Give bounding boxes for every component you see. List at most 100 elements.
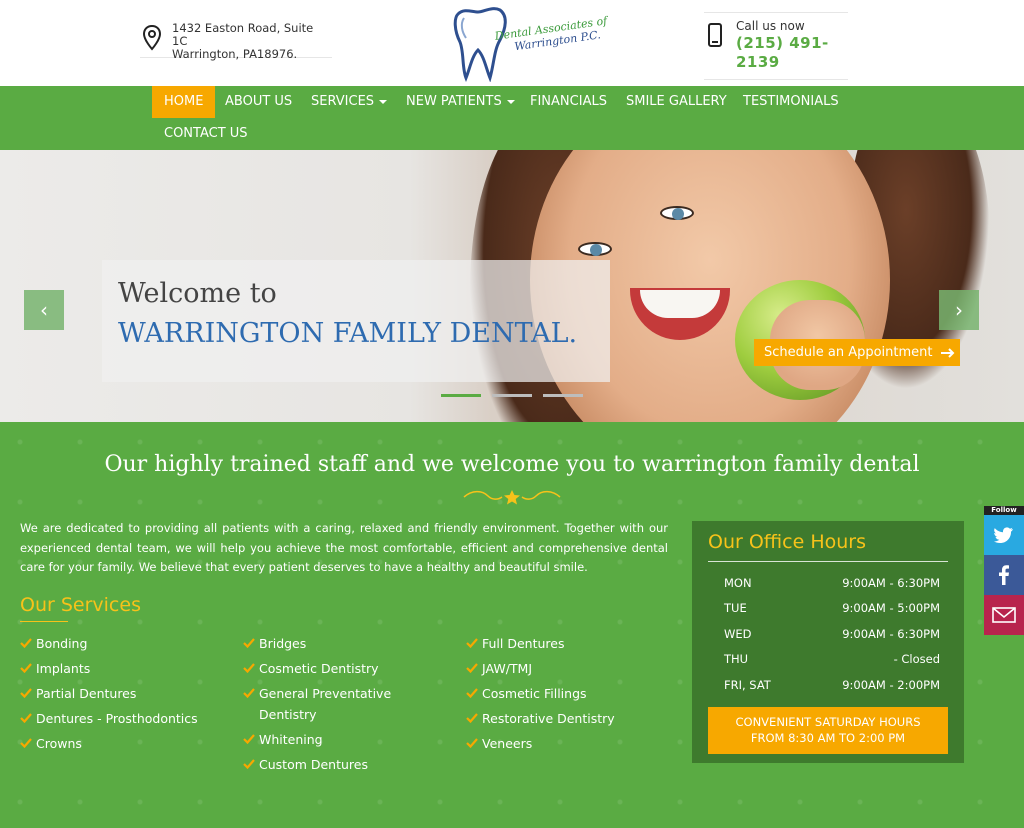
hero-slider: Welcome to WARRINGTON FAMILY DENTAL. ‹ ›… xyxy=(0,150,1024,422)
facebook-button[interactable] xyxy=(984,555,1024,595)
address-block: 1432 Easton Road, Suite 1C Warrington, P… xyxy=(140,12,332,61)
office-hours-title: Our Office Hours xyxy=(708,531,867,553)
twitter-button[interactable] xyxy=(984,515,1024,555)
hours-time: 9:00AM - 5:00PM xyxy=(842,601,940,615)
service-label: Bridges xyxy=(259,636,307,651)
phone-number[interactable]: (215) 491-2139 xyxy=(704,34,844,72)
service-item[interactable]: Dentures - Prosthodontics xyxy=(20,709,230,730)
service-item[interactable]: General Preventative Dentistry xyxy=(243,684,423,725)
address-line1: 1432 Easton Road, Suite 1C xyxy=(172,21,314,48)
service-item[interactable]: Veneers xyxy=(466,734,676,755)
hours-time: - Closed xyxy=(893,652,940,666)
service-label: Veneers xyxy=(482,736,533,752)
call-block: Call us now (215) 491-2139 xyxy=(704,12,848,80)
slider-dot-2[interactable] xyxy=(492,394,532,397)
check-icon xyxy=(466,663,478,674)
service-item[interactable]: Implants xyxy=(20,659,230,680)
check-icon xyxy=(20,688,32,699)
follow-label: Follow xyxy=(984,506,1024,515)
service-label: JAW/TMJ xyxy=(482,661,533,677)
service-item[interactable]: Bridges xyxy=(243,634,423,655)
nav-new-patients[interactable]: NEW PATIENTS xyxy=(394,86,527,118)
hours-day: WED xyxy=(724,627,752,641)
service-item[interactable]: JAW/TMJ xyxy=(466,659,676,680)
chevron-down-icon xyxy=(379,99,388,104)
nav-testimonials[interactable]: TESTIMONIALS xyxy=(731,86,851,118)
service-item[interactable]: Cosmetic Fillings xyxy=(466,684,676,705)
facebook-icon xyxy=(999,565,1009,585)
office-hours-panel: Our Office Hours MON 9:00AM - 6:30PM TUE 9… xyxy=(692,521,964,763)
service-item[interactable]: Partial Dentures xyxy=(20,684,230,705)
check-icon xyxy=(20,638,32,649)
nav-new-patients-label: NEW PATIENTS xyxy=(406,94,502,109)
address-line2: Warrington, PA18976. xyxy=(172,47,298,61)
check-icon xyxy=(243,663,255,674)
services-column-2: Bridges Cosmetic Dentistry General Prevent… xyxy=(243,634,423,780)
slider-next-button[interactable]: › xyxy=(939,290,979,330)
address-text: 1432 Easton Road, Suite 1C Warrington, P… xyxy=(172,22,332,61)
service-item[interactable]: Custom Dentures xyxy=(243,755,423,776)
services-title: Our Services xyxy=(20,594,141,616)
chevron-down-icon xyxy=(506,99,515,104)
schedule-label: Schedule an Appointment xyxy=(764,345,933,360)
services-column-1: Bonding Implants Partial Dentures Dentures … xyxy=(20,634,230,759)
welcome-box: Welcome to WARRINGTON FAMILY DENTAL. xyxy=(102,260,610,382)
service-item[interactable]: Restorative Dentistry xyxy=(466,709,676,730)
service-label: Cosmetic Dentistry xyxy=(259,661,379,677)
nav-services-label: SERVICES xyxy=(311,94,375,109)
saturday-line1: CONVENIENT SATURDAY HOURS xyxy=(735,715,921,729)
nav-home[interactable]: HOME xyxy=(152,86,216,118)
service-item[interactable]: Crowns xyxy=(20,734,230,755)
email-icon xyxy=(992,607,1016,623)
nav-smile-gallery[interactable]: SMILE GALLERY xyxy=(614,86,739,118)
check-icon xyxy=(466,638,478,649)
arrow-right-icon xyxy=(940,347,955,358)
hours-time: 9:00AM - 2:00PM xyxy=(842,678,940,692)
check-icon xyxy=(466,688,478,699)
intro-paragraph: We are dedicated to providing all patien… xyxy=(20,521,668,574)
slider-dot-1[interactable] xyxy=(441,394,481,397)
social-sidebar: Follow xyxy=(984,506,1024,635)
practice-name: WARRINGTON FAMILY DENTAL. xyxy=(118,318,578,349)
check-icon xyxy=(20,713,32,724)
service-label: Custom Dentures xyxy=(259,756,368,772)
ornament-divider-icon xyxy=(463,490,561,505)
section-headline: Our highly trained staff and we welcome … xyxy=(104,452,920,477)
service-label: Whitening xyxy=(259,731,323,747)
service-label: Crowns xyxy=(36,736,82,752)
check-icon xyxy=(466,713,478,724)
nav-services[interactable]: SERVICES xyxy=(299,86,399,118)
service-item[interactable]: Bonding xyxy=(20,634,230,655)
saturday-hours-banner: CONVENIENT SATURDAY HOURS FROM 8:30 AM T… xyxy=(708,707,948,754)
nav-financials[interactable]: FINANCIALS xyxy=(518,86,619,118)
check-icon xyxy=(20,663,32,674)
service-label: Restorative Dentistry xyxy=(482,711,615,727)
call-label: Call us now xyxy=(736,19,805,33)
check-icon xyxy=(243,638,255,649)
site-logo[interactable]: Dental Associates of Warrington P.C. xyxy=(450,4,608,82)
service-label: Dentures - Prosthodontics xyxy=(36,711,198,727)
slider-prev-button[interactable]: ‹ xyxy=(24,290,64,330)
service-label: Cosmetic Fillings xyxy=(482,686,587,702)
slider-dot-3[interactable] xyxy=(543,394,583,397)
service-item[interactable]: Whitening xyxy=(243,730,423,751)
hero-image-eye xyxy=(660,206,694,220)
email-button[interactable] xyxy=(984,595,1024,635)
service-label: Implants xyxy=(36,661,91,677)
check-icon xyxy=(243,688,255,699)
schedule-appointment-button[interactable]: Schedule an Appointment xyxy=(754,339,960,366)
nav-about[interactable]: ABOUT US xyxy=(213,86,304,118)
service-item[interactable]: Full Dentures xyxy=(466,634,676,655)
service-label: General Preventative Dentistry xyxy=(259,686,392,722)
hours-day: TUE xyxy=(724,601,747,615)
check-icon xyxy=(20,738,32,749)
service-item[interactable]: Cosmetic Dentistry xyxy=(243,659,423,680)
nav-contact[interactable]: CONTACT US xyxy=(152,118,260,150)
check-icon xyxy=(243,734,255,744)
map-pin-icon xyxy=(142,25,162,51)
service-label: Partial Dentures xyxy=(36,686,137,702)
service-label: Bonding xyxy=(36,636,88,651)
services-underline xyxy=(20,621,68,622)
office-hours-divider xyxy=(708,561,948,562)
hours-day: MON xyxy=(724,576,752,590)
